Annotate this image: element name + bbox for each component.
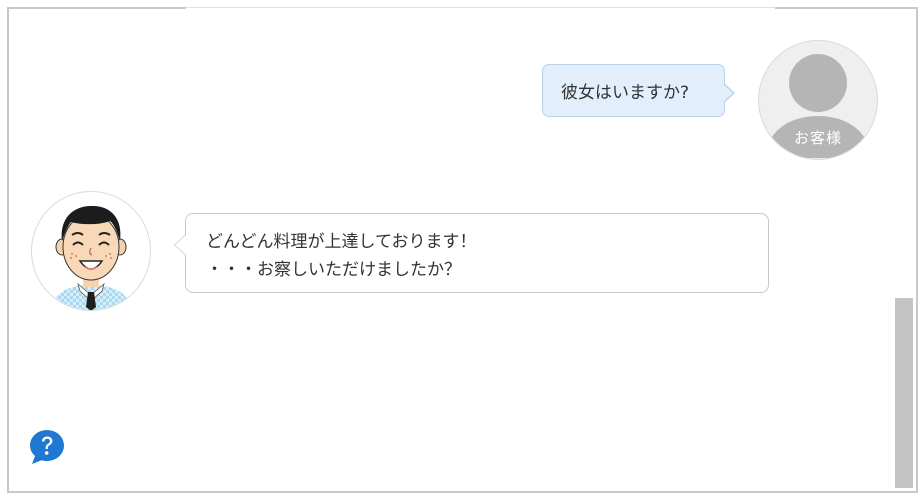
bubble-tail xyxy=(723,83,735,103)
scrollbar-thumb[interactable] xyxy=(895,298,913,488)
customer-avatar: お客様 xyxy=(758,40,878,160)
smiling-staff-avatar xyxy=(53,205,129,310)
customer-avatar-label: お客様 xyxy=(793,129,842,147)
question-speech-bubble-icon xyxy=(30,430,64,464)
user-message-text: 彼女はいますか? xyxy=(561,83,690,103)
bot-message-line: ・・・お察しいただけましたか？ xyxy=(206,260,461,280)
help-button[interactable] xyxy=(28,428,66,466)
bubble-tail xyxy=(174,234,186,256)
bot-message-bubble: どんどん料理が上達しております！ ・・・お察しいただけましたか？ xyxy=(174,213,769,293)
bot-message-line: どんどん料理が上達しております！ xyxy=(206,232,477,252)
staff-avatar xyxy=(31,191,151,311)
top-divider xyxy=(186,7,775,10)
user-message-bubble: 彼女はいますか? xyxy=(542,64,735,117)
